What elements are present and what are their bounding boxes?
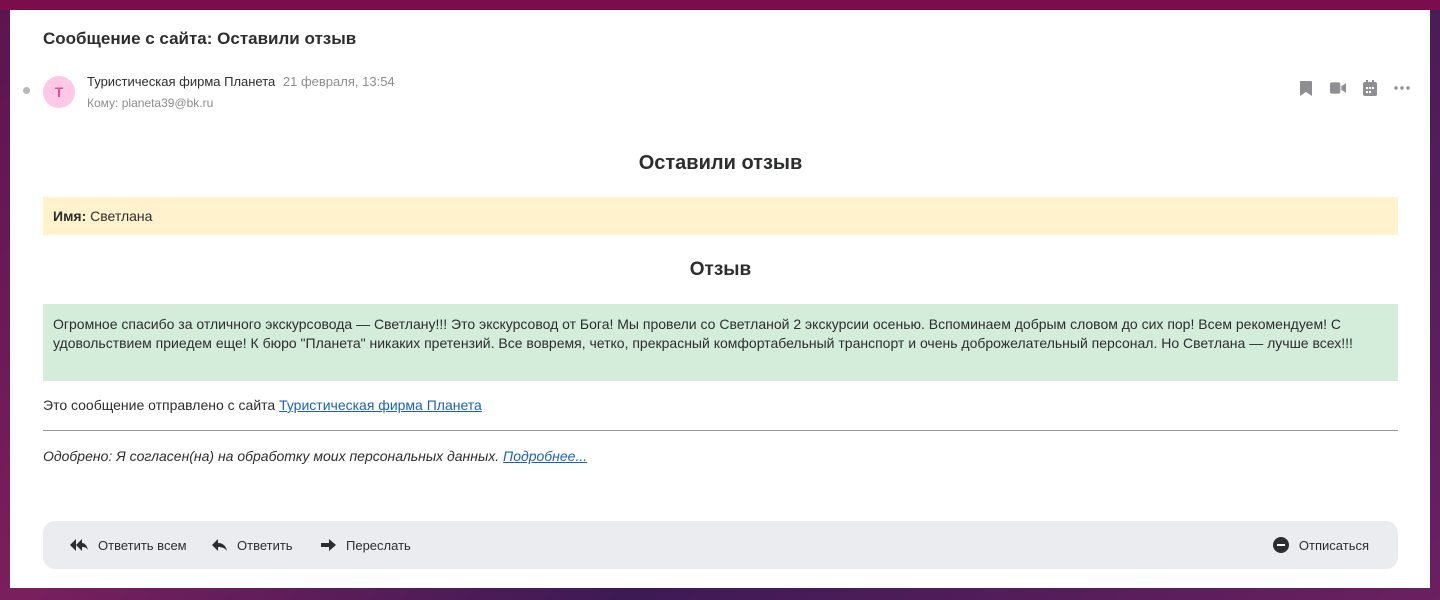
body-title: Оставили отзыв [638,152,803,174]
forward-label: Переслать [346,537,411,553]
forward-icon [321,539,336,551]
name-field-box: Имя: Светлана [43,197,1398,235]
bookmark-icon[interactable] [1298,80,1314,96]
sent-from-line: Это сообщение отправлено с сайта Туристи… [43,397,482,413]
to-label: Кому: [87,96,119,110]
reply-all-icon [70,539,88,551]
message-actions [1298,80,1410,96]
unsubscribe-button[interactable]: Отписаться [1272,521,1369,569]
to-address[interactable]: planeta39@bk.ru [122,96,214,110]
review-text: Огромное спасибо за отличного экскурсово… [43,304,1398,381]
site-link[interactable]: Туристическая фирма Планета [279,397,482,413]
recipient-line: Кому: planeta39@bk.ru [87,96,213,110]
consent-line: Одобрено: Я согласен(на) на обработку мо… [43,448,587,464]
unsubscribe-icon [1272,537,1289,553]
email-date: 21 февраля, 13:54 [282,74,395,89]
unsubscribe-label: Отписаться [1298,537,1369,553]
sender-avatar[interactable]: Т [43,76,75,108]
calendar-icon[interactable] [1362,80,1378,96]
consent-text: Одобрено: Я согласен(на) на обработку мо… [43,448,500,464]
reply-all-label: Ответить всем [98,537,187,553]
unread-indicator[interactable] [23,87,30,94]
reply-all-button[interactable]: Ответить всем [70,521,187,569]
divider [43,430,1398,431]
video-icon[interactable] [1330,80,1346,96]
forward-button[interactable]: Переслать [320,521,411,569]
name-label: Имя: [53,208,87,224]
reply-icon [212,539,227,551]
background-strip [0,0,1440,10]
email-subject: Сообщение с сайта: Оставили отзыв [43,29,357,48]
reply-button[interactable]: Ответить [211,521,293,569]
more-icon[interactable] [1394,80,1410,96]
more-info-link[interactable]: Подробнее... [503,448,587,464]
sent-prefix: Это сообщение отправлено с сайта [43,397,276,413]
sender-name[interactable]: Туристическая фирма Планета [87,74,275,89]
reply-label: Ответить [237,537,293,553]
review-title: Отзыв [689,259,752,280]
name-value: Светлана [90,208,153,224]
email-panel: Сообщение с сайта: Оставили отзыв Т Тури… [10,10,1430,588]
sender-line: Туристическая фирма Планета 21 февраля, … [87,74,395,89]
reply-toolbar: Ответить всем Ответить Переслать Отписат… [43,521,1398,569]
